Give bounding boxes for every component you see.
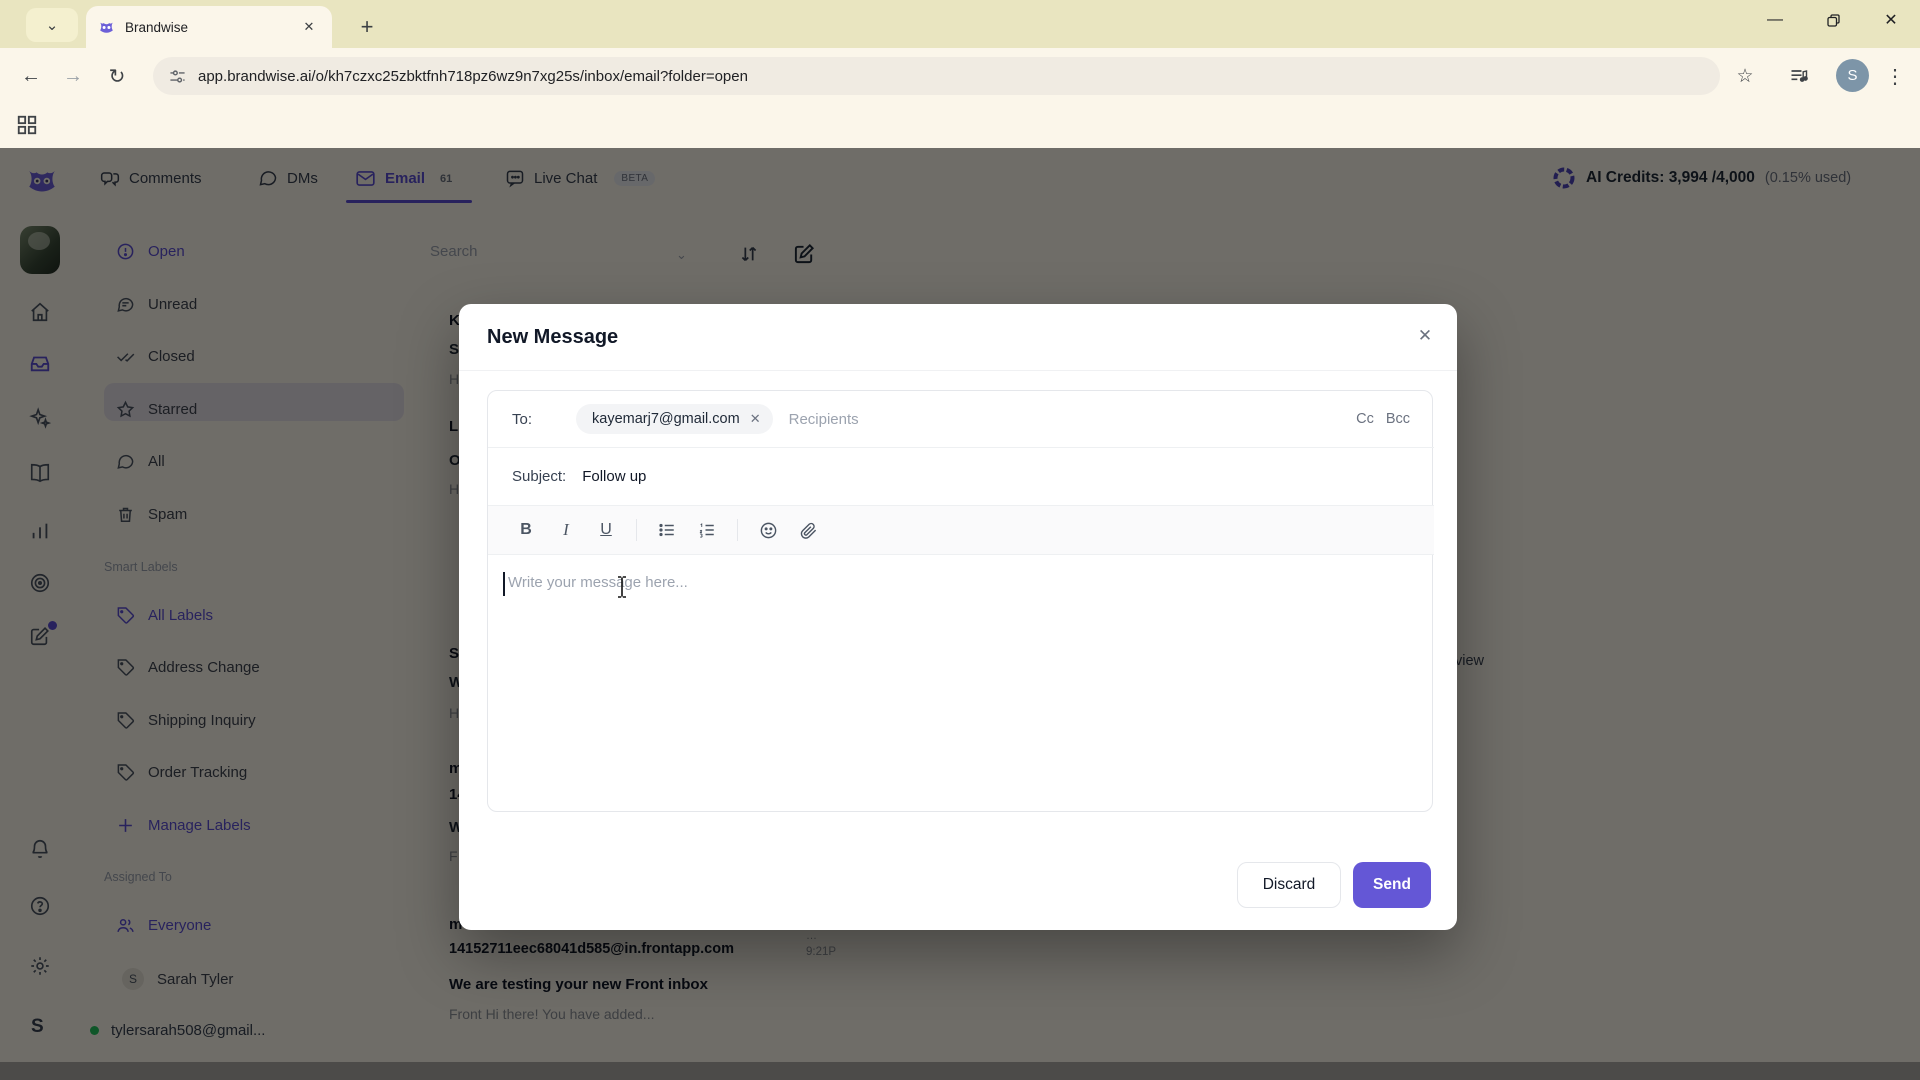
browser-menu-icon[interactable]: ⋮ xyxy=(1878,59,1912,93)
numbered-list-button[interactable] xyxy=(691,514,723,546)
text-caret xyxy=(503,572,505,596)
tab-close-icon[interactable]: ✕ xyxy=(298,16,320,38)
favicon-owl-icon xyxy=(98,19,115,36)
maximize-button[interactable] xyxy=(1804,0,1862,40)
back-button[interactable]: ← xyxy=(14,59,48,93)
modal-title: New Message xyxy=(487,326,619,348)
emoji-button[interactable] xyxy=(752,514,784,546)
bullet-list-button[interactable] xyxy=(651,514,683,546)
discard-button[interactable]: Discard xyxy=(1237,862,1341,908)
recipient-chip-email: kayemarj7@gmail.com xyxy=(592,411,740,427)
apps-grid-icon[interactable] xyxy=(16,114,38,136)
modal-close-icon[interactable]: ✕ xyxy=(1411,322,1439,350)
forward-button[interactable]: → xyxy=(56,59,90,93)
minimize-button[interactable]: — xyxy=(1746,0,1804,40)
browser-profile-avatar[interactable]: S xyxy=(1836,59,1869,92)
attachment-button[interactable] xyxy=(792,514,824,546)
message-placeholder: Write your message here... xyxy=(508,574,688,591)
bcc-button[interactable]: Bcc xyxy=(1386,411,1410,427)
new-tab-button[interactable]: + xyxy=(352,12,382,42)
editor-toolbar: B I U xyxy=(488,505,1434,555)
window-controls: — ✕ xyxy=(1746,0,1920,48)
subject-label: Subject: xyxy=(512,467,567,485)
bookmarks-bar xyxy=(0,104,1920,148)
toolbar-divider xyxy=(636,519,637,541)
url-text: app.brandwise.ai/o/kh7czxc25zbktfnh718pz… xyxy=(198,67,748,85)
remove-recipient-icon[interactable]: ✕ xyxy=(750,411,761,427)
recipient-chip[interactable]: kayemarj7@gmail.com ✕ xyxy=(576,404,773,434)
recipients-input[interactable]: Recipients xyxy=(789,411,859,428)
italic-button[interactable]: I xyxy=(550,514,582,546)
tab-title: Brandwise xyxy=(125,19,189,35)
to-row: To: kayemarj7@gmail.com ✕ Recipients Cc … xyxy=(488,391,1434,447)
browser-tab-strip: ⌄ Brandwise ✕ + — ✕ xyxy=(0,0,1920,48)
window-close-icon[interactable]: ✕ xyxy=(1862,0,1920,40)
send-button[interactable]: Send xyxy=(1353,862,1431,908)
site-settings-icon xyxy=(169,68,186,85)
message-body-input[interactable]: Write your message here... xyxy=(488,556,1434,812)
bookmark-star-icon[interactable]: ☆ xyxy=(1728,59,1762,93)
chevron-down-icon: ⌄ xyxy=(45,17,59,34)
cc-button[interactable]: Cc xyxy=(1356,411,1374,427)
to-label: To: xyxy=(512,410,533,428)
underline-button[interactable]: U xyxy=(590,514,622,546)
browser-tab[interactable]: Brandwise ✕ xyxy=(86,6,332,48)
subject-input[interactable]: Follow up xyxy=(582,468,646,485)
modal-header-divider xyxy=(459,370,1457,371)
bold-button[interactable]: B xyxy=(510,514,542,546)
compose-form: To: kayemarj7@gmail.com ✕ Recipients Cc … xyxy=(487,390,1434,812)
media-controls-icon[interactable] xyxy=(1788,66,1810,86)
new-message-modal: New Message ✕ To: kayemarj7@gmail.com ✕ … xyxy=(459,304,1457,930)
browser-toolbar: ← → ↻ app.brandwise.ai/o/kh7czxc25zbktfn… xyxy=(0,48,1920,104)
tab-search-button[interactable]: ⌄ xyxy=(26,8,78,42)
address-bar[interactable]: app.brandwise.ai/o/kh7czxc25zbktfnh718pz… xyxy=(153,57,1720,95)
reload-button[interactable]: ↻ xyxy=(100,59,134,93)
ibeam-cursor xyxy=(616,576,628,598)
toolbar-divider xyxy=(737,519,738,541)
subject-row[interactable]: Subject: Follow up xyxy=(488,448,1434,504)
